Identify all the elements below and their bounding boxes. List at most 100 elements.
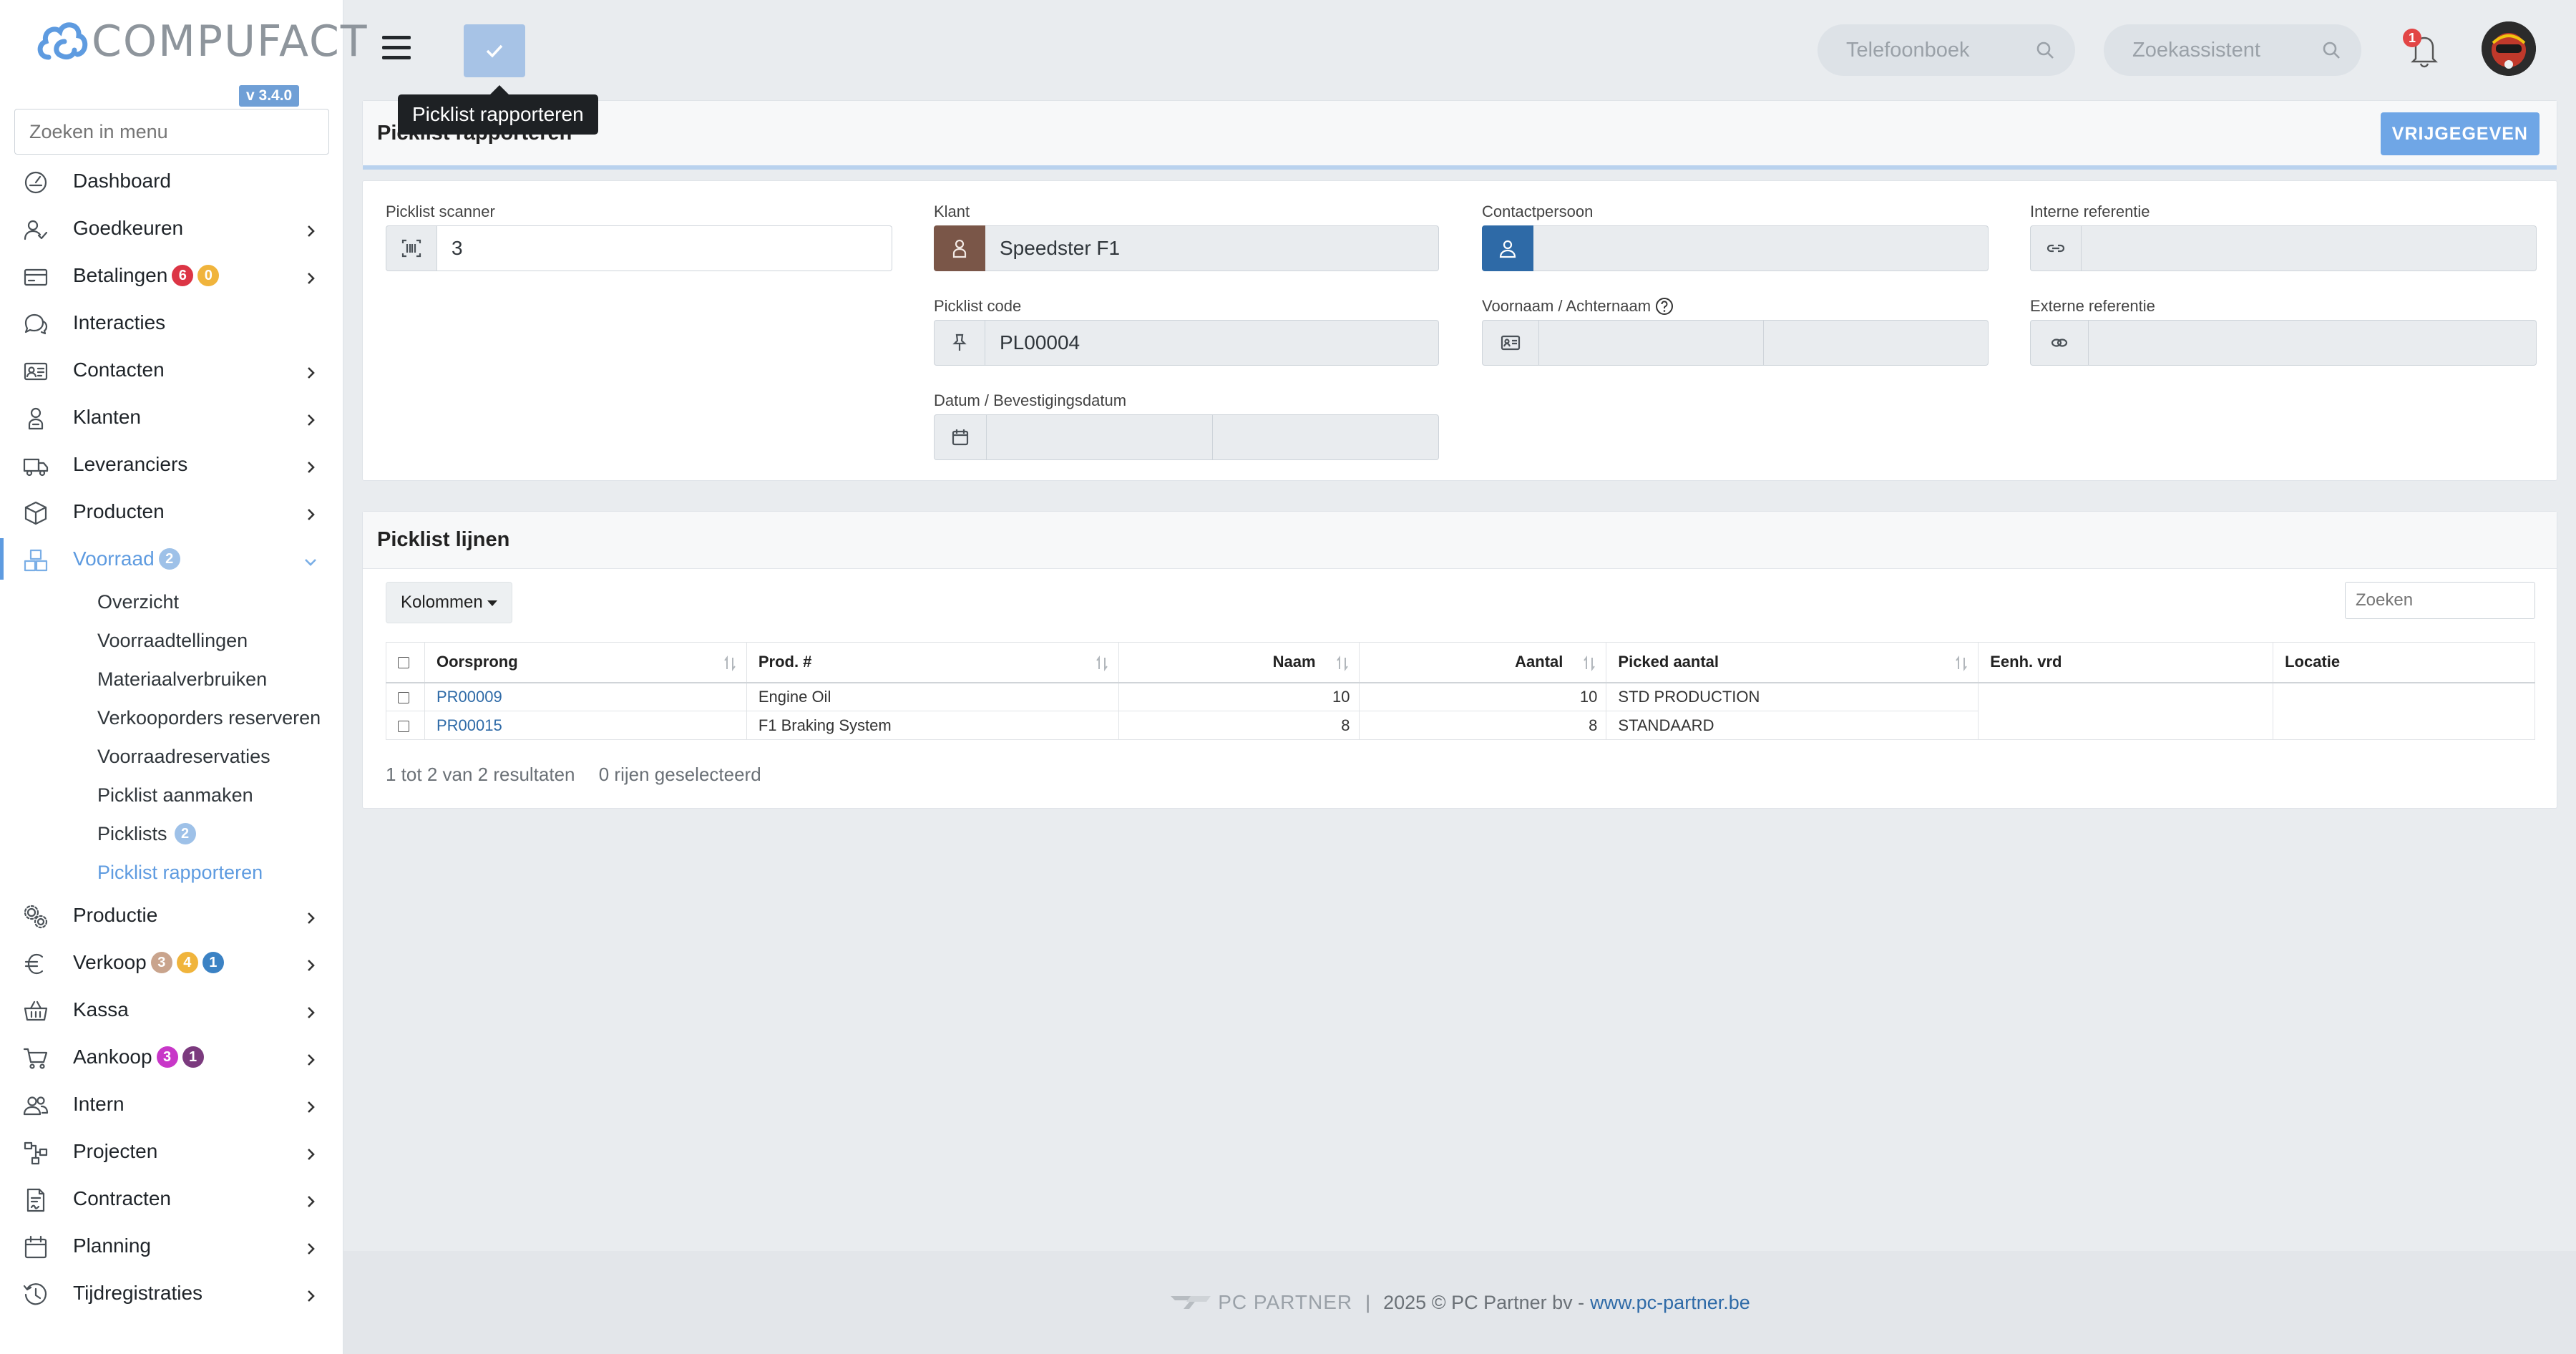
picklist-code-field-group: PL00004 xyxy=(934,320,1439,366)
select-all-checkbox[interactable] xyxy=(398,657,409,669)
user-icon[interactable] xyxy=(1482,225,1533,271)
confirm-check-button[interactable] xyxy=(464,24,525,77)
firstname-input[interactable] xyxy=(1539,320,1764,366)
user-avatar[interactable] xyxy=(2482,21,2536,76)
sidebar-item-tijdregistraties[interactable]: Tijdregistraties xyxy=(0,1270,343,1317)
credit-card-icon xyxy=(23,264,49,290)
cell-aantal: 10 xyxy=(1358,682,1607,711)
row-select-cell[interactable] xyxy=(386,711,425,740)
sidebar-item-interacties[interactable]: Interacties xyxy=(0,299,343,346)
sort-icon[interactable] xyxy=(723,656,736,671)
customer-icon[interactable] xyxy=(934,225,985,271)
row-select-cell[interactable] xyxy=(386,682,425,711)
column-header-oorsprong[interactable]: Oorsprong xyxy=(424,642,747,683)
select-all-header[interactable] xyxy=(386,642,425,683)
assistant-search[interactable]: Zoekassistent xyxy=(2104,24,2361,76)
externe-ref-input[interactable] xyxy=(2089,320,2537,366)
column-header-naam[interactable]: Naam xyxy=(1118,642,1360,683)
table-row[interactable]: PR00015 F1 Braking System 8 8 STANDAARD xyxy=(386,711,2535,740)
column-header-picked[interactable]: Picked aantal xyxy=(1606,642,1979,683)
interne-ref-input[interactable] xyxy=(2082,225,2537,271)
notifications-bell-icon[interactable]: 1 xyxy=(2403,29,2441,69)
sort-icon[interactable] xyxy=(1336,656,1349,671)
contact-card-icon xyxy=(23,359,49,384)
table-row[interactable]: PR00009 Engine Oil 10 10 STD PRODUCTION xyxy=(386,682,2535,711)
cell-eenh xyxy=(1978,682,2274,711)
release-button[interactable]: VRIJGEGEVEN xyxy=(2380,112,2540,155)
sidebar-item-betalingen[interactable]: Betalingen 6 0 xyxy=(0,252,343,299)
truck-icon xyxy=(23,453,49,479)
chevron-right-icon xyxy=(303,1096,318,1113)
assistant-placeholder: Zoekassistent xyxy=(2132,38,2260,62)
sidebar-item-voorraad[interactable]: Voorraad 2 xyxy=(0,535,343,583)
compufact-logo[interactable]: COMPUFACT xyxy=(33,13,369,70)
column-header-eenh[interactable]: Eenh. vrd xyxy=(1978,642,2274,683)
confirm-date-input[interactable] xyxy=(1213,414,1439,460)
euro-icon xyxy=(23,951,49,977)
hamburger-menu-icon[interactable] xyxy=(382,36,411,62)
picklist-code-input[interactable]: PL00004 xyxy=(985,320,1439,366)
help-icon[interactable] xyxy=(1655,297,1674,316)
pin-icon xyxy=(934,320,985,366)
sidebar-item-productie[interactable]: Productie xyxy=(0,892,343,939)
row-checkbox[interactable] xyxy=(398,720,409,732)
calendar-icon xyxy=(934,414,987,460)
sidebar-item-kassa[interactable]: Kassa xyxy=(0,986,343,1033)
sidebar-item-projecten[interactable]: Projecten xyxy=(0,1128,343,1175)
klant-input[interactable]: Speedster F1 xyxy=(985,225,1439,271)
footer-link[interactable]: www.pc-partner.be xyxy=(1590,1292,1750,1314)
submenu-voorraadreservaties[interactable]: Voorraadreservaties xyxy=(0,737,343,776)
submenu-picklist-aanmaken[interactable]: Picklist aanmaken xyxy=(0,776,343,814)
column-header-locatie[interactable]: Locatie xyxy=(2273,642,2535,683)
sidebar-menu: Dashboard Goedkeuren Betalingen 6 0 Inte… xyxy=(0,157,343,1317)
sidebar-item-intern[interactable]: Intern xyxy=(0,1081,343,1128)
sidebar-item-verkoop[interactable]: Verkoop 3 4 1 xyxy=(0,939,343,986)
date-input[interactable] xyxy=(987,414,1213,460)
sidebar-item-leveranciers[interactable]: Leveranciers xyxy=(0,441,343,488)
link-icon xyxy=(2030,225,2082,271)
cell-oorsprong[interactable]: PR00015 xyxy=(424,711,747,740)
submenu-overzicht[interactable]: Overzicht xyxy=(0,583,343,621)
brand-name: COMPUFACT xyxy=(92,16,369,67)
search-icon[interactable] xyxy=(2035,40,2055,60)
phonebook-search[interactable]: Telefoonboek xyxy=(1818,24,2075,76)
origin-link[interactable]: PR00009 xyxy=(436,688,502,706)
menu-search-input[interactable] xyxy=(14,109,329,155)
sidebar-item-dashboard[interactable]: Dashboard xyxy=(0,157,343,205)
sidebar-item-contacten[interactable]: Contacten xyxy=(0,346,343,394)
sidebar-item-goedkeuren[interactable]: Goedkeuren xyxy=(0,205,343,252)
cell-prod: F1 Braking System xyxy=(746,711,1119,740)
form-panel: Picklist scanner 3 Klant Speedster F1 Co… xyxy=(362,180,2557,481)
sidebar-item-contracten[interactable]: Contracten xyxy=(0,1175,343,1222)
column-header-aantal[interactable]: Aantal xyxy=(1358,642,1607,683)
submenu-materiaalverbruiken[interactable]: Materiaalverbruiken xyxy=(0,660,343,698)
columns-dropdown-button[interactable]: Kolommen xyxy=(386,582,512,623)
cell-oorsprong[interactable]: PR00009 xyxy=(424,682,747,711)
sort-icon[interactable] xyxy=(1955,656,1968,671)
sort-icon[interactable] xyxy=(1583,656,1596,671)
row-checkbox[interactable] xyxy=(398,691,409,703)
purchase-badge-1: 3 xyxy=(156,1046,178,1068)
sidebar-item-aankoop[interactable]: Aankoop 3 1 xyxy=(0,1033,343,1081)
submenu-verkooporders-reserveren[interactable]: Verkooporders reserveren xyxy=(0,698,343,737)
payments-badge-red: 6 xyxy=(172,265,194,286)
sidebar-item-producten[interactable]: Producten xyxy=(0,488,343,535)
scanner-input[interactable]: 3 xyxy=(437,225,892,271)
submenu-voorraadtellingen[interactable]: Voorraadtellingen xyxy=(0,621,343,660)
lastname-input[interactable] xyxy=(1764,320,1989,366)
table-search-input[interactable] xyxy=(2345,582,2535,619)
submenu-picklists[interactable]: Picklists 2 xyxy=(0,814,343,853)
column-header-prod[interactable]: Prod. # xyxy=(746,642,1119,683)
lines-title: Picklist lijnen xyxy=(377,528,510,551)
cell-eenh xyxy=(1978,711,2274,740)
sidebar-item-planning[interactable]: Planning xyxy=(0,1222,343,1270)
sort-icon[interactable] xyxy=(1096,656,1108,671)
origin-link[interactable]: PR00015 xyxy=(436,716,502,734)
chevron-right-icon xyxy=(303,1049,318,1066)
boxes-icon xyxy=(23,547,49,573)
sidebar-item-label: Interacties xyxy=(73,311,166,333)
search-icon[interactable] xyxy=(2321,40,2341,60)
submenu-picklist-rapporteren[interactable]: Picklist rapporteren xyxy=(0,853,343,892)
contact-input[interactable] xyxy=(1533,225,1989,271)
sidebar-item-klanten[interactable]: Klanten xyxy=(0,394,343,441)
